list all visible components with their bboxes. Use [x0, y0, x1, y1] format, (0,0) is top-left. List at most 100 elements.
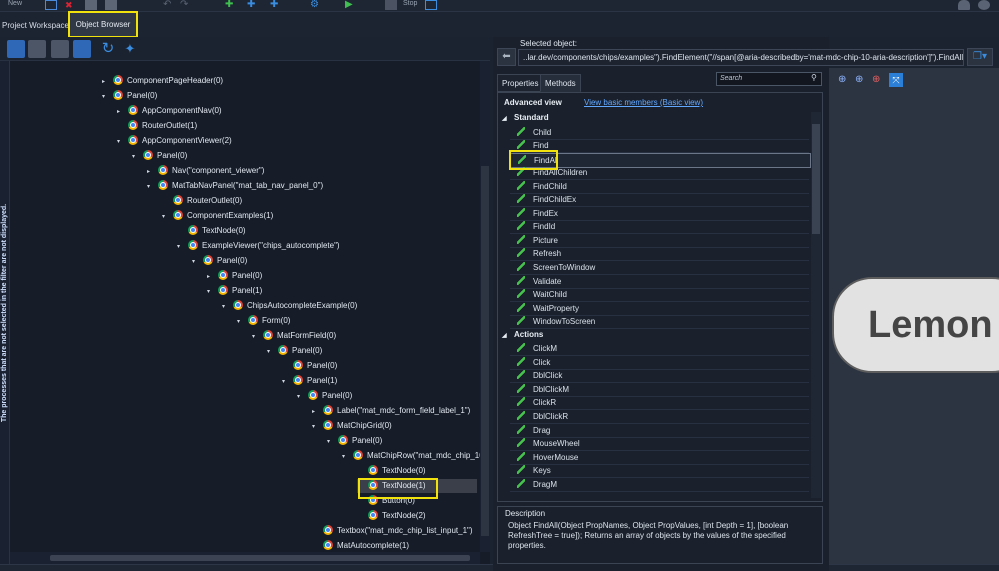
- method-item[interactable]: Validate: [510, 275, 809, 289]
- tree-node[interactable]: ▸ AppComponentNav(0): [117, 104, 222, 118]
- tree-node[interactable]: TextNode(0): [177, 224, 246, 238]
- tree-node[interactable]: ▾ MatTabNavPanel("mat_tab_nav_panel_0"): [147, 179, 323, 193]
- method-item[interactable]: Refresh: [510, 247, 809, 262]
- expand-arrow-icon[interactable]: [357, 511, 364, 518]
- select-processes-icon[interactable]: [7, 40, 25, 58]
- tree-node[interactable]: ▾ AppComponentViewer(2): [117, 134, 232, 148]
- methods-scroll-thumb[interactable]: [812, 124, 820, 234]
- collapse-arrow-icon[interactable]: ▾: [117, 139, 124, 146]
- collapse-arrow-icon[interactable]: ▾: [252, 334, 259, 341]
- method-item[interactable]: FindId: [510, 220, 809, 235]
- search-icon[interactable]: ⚲: [811, 73, 817, 82]
- expand-arrow-icon[interactable]: ▸: [147, 169, 154, 176]
- undo-icon[interactable]: ↶: [163, 0, 175, 10]
- basic-view-link[interactable]: View basic members (Basic view): [584, 98, 703, 107]
- user-icon[interactable]: [978, 0, 990, 10]
- tree-node[interactable]: ▸ Nav("component_viewer"): [147, 164, 264, 178]
- delete-icon[interactable]: ✖: [65, 0, 77, 10]
- new-file-icon[interactable]: [45, 0, 57, 10]
- tree-node[interactable]: ▾ MatChipRow("mat_mdc_chip_10: [342, 449, 480, 463]
- expand-preview-icon[interactable]: ⤧: [889, 73, 903, 87]
- method-item[interactable]: ClickM: [510, 342, 809, 357]
- collapse-arrow-icon[interactable]: ▾: [222, 304, 229, 311]
- new-button[interactable]: New: [8, 0, 22, 7]
- method-item[interactable]: Picture: [510, 234, 809, 248]
- tree-node[interactable]: RouterOutlet(0): [162, 194, 242, 208]
- settings-icon[interactable]: ⚙: [310, 0, 322, 10]
- tree-node[interactable]: Textbox("mat_mdc_chip_list_input_1"): [312, 524, 473, 538]
- method-item[interactable]: Click: [510, 356, 809, 370]
- collapse-arrow-icon[interactable]: ▾: [102, 94, 109, 101]
- method-item[interactable]: DblClickR: [510, 410, 809, 424]
- collapse-arrow-icon[interactable]: ▾: [297, 394, 304, 401]
- tree-node[interactable]: ▾ Panel(0): [327, 434, 382, 448]
- tree-node[interactable]: ▾ Panel(1): [207, 284, 262, 298]
- save-all-icon[interactable]: [105, 0, 117, 10]
- back-button[interactable]: ⬅: [497, 48, 516, 66]
- collapse-arrow-icon[interactable]: ▾: [327, 439, 334, 446]
- method-item[interactable]: DblClickM: [510, 383, 809, 397]
- method-item[interactable]: FindEx: [510, 207, 809, 221]
- tree-node[interactable]: RouterOutlet(1): [117, 119, 197, 133]
- method-category[interactable]: ◢ Standard: [498, 112, 811, 124]
- tab-object-browser[interactable]: Object Browser: [68, 11, 138, 38]
- expand-arrow-icon[interactable]: [357, 466, 364, 473]
- tree-node[interactable]: ▾ Panel(0): [102, 89, 157, 103]
- collapse-arrow-icon[interactable]: ▾: [342, 454, 349, 461]
- tab-project-workspace[interactable]: Project Workspace: [2, 19, 69, 32]
- tree-node[interactable]: ▾ Form(0): [237, 314, 290, 328]
- tree-node[interactable]: MatAutocomplete(1): [312, 539, 409, 552]
- tree-node[interactable]: TextNode(0): [357, 464, 426, 478]
- options-icon[interactable]: [51, 40, 69, 58]
- tree-vertical-scroll-thumb[interactable]: [481, 166, 489, 536]
- expand-arrow-icon[interactable]: [282, 361, 289, 368]
- tree-node[interactable]: ▸ ComponentPageHeader(0): [102, 74, 223, 88]
- method-item[interactable]: ClickR: [510, 396, 809, 411]
- redo-icon[interactable]: ↷: [180, 0, 192, 10]
- tree-node[interactable]: TextNode(2): [357, 509, 426, 523]
- tree-node[interactable]: ▾ Panel(0): [132, 149, 187, 163]
- tree-node[interactable]: ▾ MatChipGrid(0): [312, 419, 392, 433]
- record-icon[interactable]: [425, 0, 437, 10]
- selected-object-path[interactable]: ..lar.dev/components/chips/examples").Fi…: [518, 49, 964, 66]
- run-icon[interactable]: ▶: [345, 0, 357, 10]
- expand-arrow-icon[interactable]: ▸: [117, 109, 124, 116]
- notification-bell-icon[interactable]: [958, 0, 970, 10]
- method-item[interactable]: HoverMouse: [510, 451, 809, 465]
- method-item[interactable]: DragM: [510, 478, 809, 492]
- filter-settings-icon[interactable]: [28, 40, 46, 58]
- method-item[interactable]: WaitChild: [510, 288, 809, 303]
- tree-node[interactable]: ▾ Panel(1): [282, 374, 337, 388]
- method-item[interactable]: ScreenToWindow: [510, 261, 809, 275]
- tree-node[interactable]: ▸ Panel(0): [207, 269, 262, 283]
- spy-icon[interactable]: ✚: [270, 0, 282, 10]
- collapse-arrow-icon[interactable]: ▾: [267, 349, 274, 356]
- add-object-icon[interactable]: ✚: [225, 0, 237, 10]
- spy-target-icon[interactable]: ⊕: [838, 73, 852, 87]
- expand-arrow-icon[interactable]: [312, 526, 319, 533]
- method-item[interactable]: WindowToScreen: [510, 315, 809, 330]
- method-item[interactable]: Keys: [510, 464, 809, 479]
- stop-icon[interactable]: [385, 0, 397, 10]
- collapse-triangle-icon[interactable]: ◢: [502, 113, 510, 125]
- collapse-arrow-icon[interactable]: ▾: [147, 184, 154, 191]
- tree-node[interactable]: ▸ Label("mat_mdc_form_field_label_1"): [312, 404, 470, 418]
- method-item[interactable]: DblClick: [510, 369, 809, 384]
- collapse-triangle-icon[interactable]: ◢: [502, 330, 510, 342]
- expand-arrow-icon[interactable]: [117, 121, 124, 128]
- highlight-object-icon[interactable]: ✚: [247, 0, 259, 10]
- tree-node[interactable]: ▾ MatFormField(0): [252, 329, 336, 343]
- tree-horizontal-scroll-thumb[interactable]: [50, 555, 470, 561]
- expand-arrow-icon[interactable]: ▸: [312, 409, 319, 416]
- pin-icon[interactable]: ✦: [121, 40, 139, 58]
- tree-node[interactable]: Panel(0): [282, 359, 337, 373]
- expand-arrow-icon[interactable]: [162, 196, 169, 203]
- method-item[interactable]: MouseWheel: [510, 437, 809, 452]
- collapse-arrow-icon[interactable]: ▾: [192, 259, 199, 266]
- search-input[interactable]: Search: [716, 72, 822, 86]
- collapse-arrow-icon[interactable]: ▾: [312, 424, 319, 431]
- expand-arrow-icon[interactable]: ▸: [207, 274, 214, 281]
- tree-node[interactable]: ▾ Panel(0): [297, 389, 352, 403]
- collapse-arrow-icon[interactable]: ▾: [282, 379, 289, 386]
- collapse-arrow-icon[interactable]: ▾: [162, 214, 169, 221]
